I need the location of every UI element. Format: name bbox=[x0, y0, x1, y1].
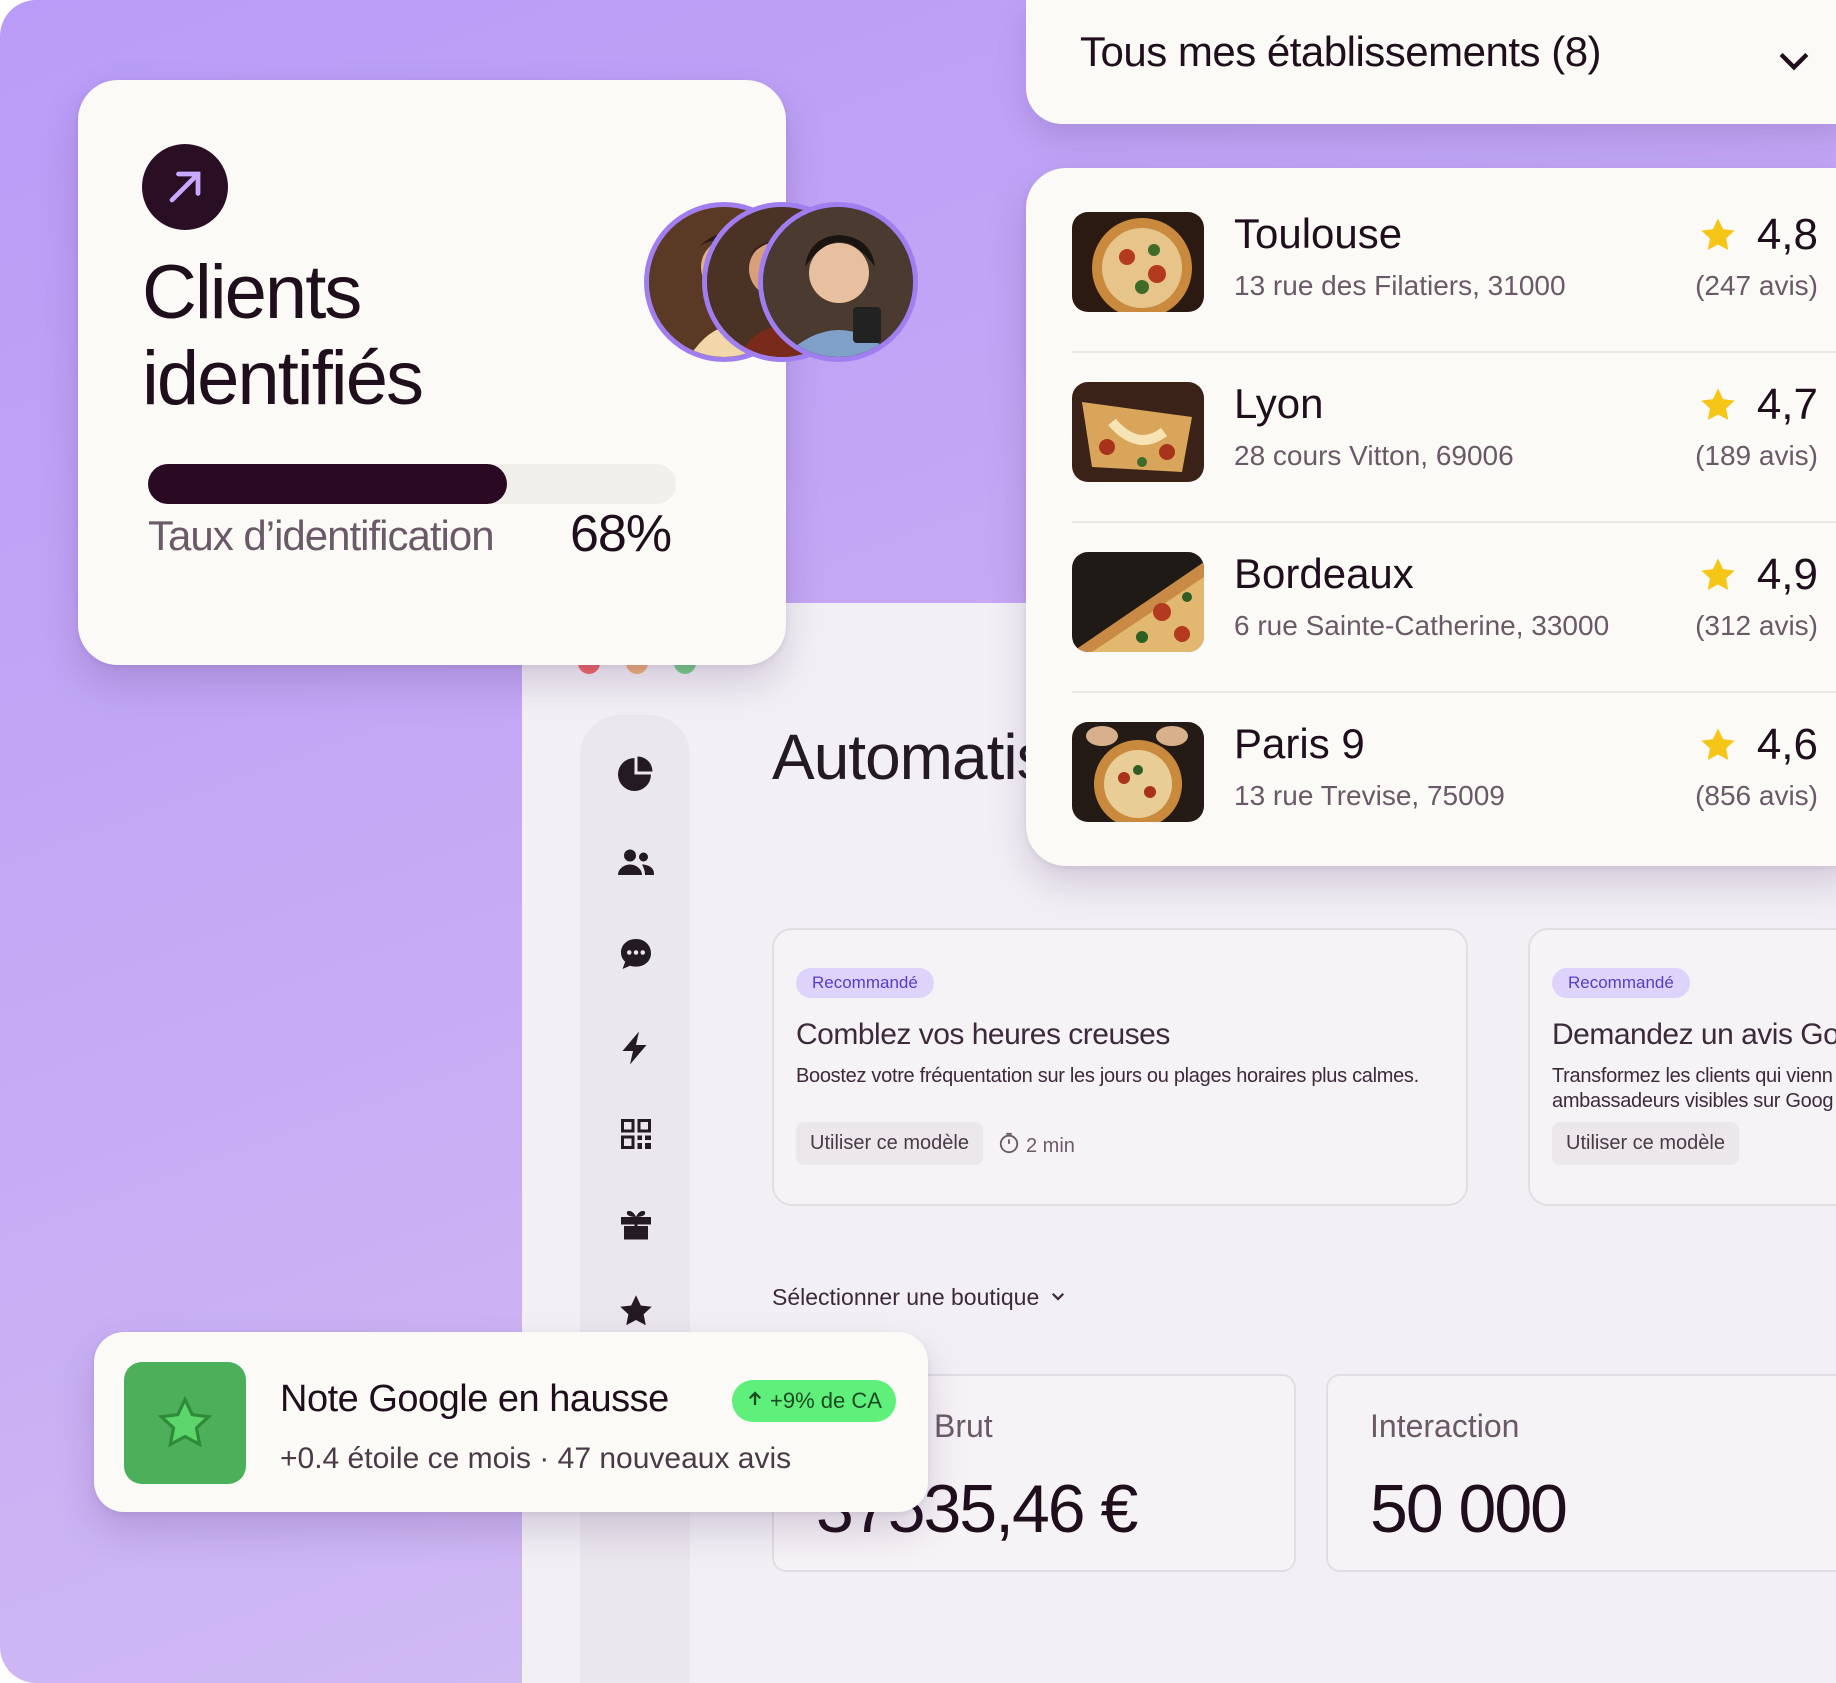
locations-card: Toulouse 13 rue des Filatiers, 31000 4,8… bbox=[1026, 168, 1836, 866]
card-title: Note Google en hausse bbox=[280, 1378, 669, 1420]
recommendation-card[interactable]: Recommandé Comblez vos heures creuses Bo… bbox=[772, 928, 1468, 1206]
lightning-icon[interactable] bbox=[616, 1028, 656, 1068]
chevron-down-icon bbox=[1049, 1284, 1067, 1311]
star-icon bbox=[1701, 728, 1735, 761]
progress-fill bbox=[148, 464, 508, 504]
chat-icon[interactable] bbox=[616, 934, 656, 974]
rating-value: 4,9 bbox=[1756, 550, 1818, 599]
shop-selector-label: Sélectionner une boutique bbox=[772, 1284, 1040, 1310]
gift-icon[interactable] bbox=[616, 1203, 656, 1243]
location-rating: 4,7 bbox=[1699, 380, 1818, 430]
recommendation-description: Boostez votre fréquentation sur les jour… bbox=[796, 1065, 1419, 1087]
duration: 2 min bbox=[998, 1132, 1075, 1160]
rate-value: 68% bbox=[570, 505, 672, 563]
stat-value: 50 000 bbox=[1370, 1471, 1568, 1547]
divider bbox=[1072, 691, 1836, 693]
client-avatars bbox=[644, 202, 928, 372]
location-address: 13 rue des Filatiers, 31000 bbox=[1234, 270, 1566, 301]
rate-label: Taux d’identification bbox=[148, 512, 495, 559]
arrow-up-right-icon bbox=[142, 144, 228, 230]
review-count: (312 avis) bbox=[1695, 610, 1818, 641]
title-line: Clients bbox=[142, 250, 362, 335]
pizza-photo bbox=[1072, 722, 1204, 822]
recommended-badge: Recommandé bbox=[1552, 968, 1690, 998]
establishments-dropdown[interactable]: Tous mes établissements (8) bbox=[1026, 0, 1836, 124]
rating-value: 4,6 bbox=[1756, 720, 1818, 769]
stat-label: Brut bbox=[934, 1408, 993, 1444]
recommendation-title: Comblez vos heures creuses bbox=[796, 1018, 1170, 1051]
card-title: Clients identifiés bbox=[142, 250, 562, 422]
revenue-chip: +9% de CA bbox=[732, 1380, 896, 1422]
rating-value: 4,8 bbox=[1756, 210, 1818, 259]
users-icon[interactable] bbox=[616, 843, 656, 883]
location-rating: 4,8 bbox=[1699, 210, 1818, 260]
rating-value: 4,7 bbox=[1756, 380, 1818, 429]
location-address: 28 cours Vitton, 69006 bbox=[1234, 440, 1514, 471]
location-rating: 4,6 bbox=[1699, 720, 1818, 770]
card-subtitle: +0.4 étoile ce mois · 47 nouveaux avis bbox=[280, 1442, 792, 1475]
location-address: 13 rue Trevise, 75009 bbox=[1234, 780, 1505, 811]
establishments-dropdown-label: Tous mes établissements (8) bbox=[1080, 28, 1602, 75]
description-line: Transformez les clients qui vienn bbox=[1552, 1065, 1833, 1087]
duration-text: 2 min bbox=[1026, 1134, 1075, 1157]
title-line: identifiés bbox=[142, 336, 424, 421]
pizza-photo bbox=[1072, 212, 1204, 312]
qr-code-icon[interactable] bbox=[616, 1114, 656, 1154]
location-row[interactable]: Paris 9 13 rue Trevise, 75009 4,6 (856 a… bbox=[1072, 696, 1836, 866]
timer-icon bbox=[998, 1132, 1020, 1160]
divider bbox=[1072, 521, 1836, 523]
star-icon bbox=[124, 1362, 246, 1484]
chevron-down-icon bbox=[1772, 38, 1816, 87]
location-address: 6 rue Sainte-Catherine, 33000 bbox=[1234, 610, 1610, 641]
location-row[interactable]: Bordeaux 6 rue Sainte-Catherine, 33000 4… bbox=[1072, 526, 1836, 696]
page-title: Automatis bbox=[772, 721, 1049, 793]
location-name: Lyon bbox=[1234, 380, 1324, 427]
description-line: ambassadeurs visibles sur Goog bbox=[1552, 1090, 1834, 1112]
shop-selector[interactable]: Sélectionner une boutique bbox=[772, 1284, 1067, 1311]
review-count: (247 avis) bbox=[1695, 270, 1818, 301]
location-name: Toulouse bbox=[1234, 210, 1403, 257]
avatar bbox=[758, 202, 918, 362]
google-rating-card: Note Google en hausse +9% de CA +0.4 éto… bbox=[94, 1332, 928, 1512]
use-template-button[interactable]: Utiliser ce modèle bbox=[796, 1122, 983, 1165]
review-count: (189 avis) bbox=[1695, 440, 1818, 471]
stat-card-interaction: Interaction 50 000 bbox=[1326, 1374, 1836, 1572]
use-template-button[interactable]: Utiliser ce modèle bbox=[1552, 1122, 1739, 1165]
review-count: (856 avis) bbox=[1695, 780, 1818, 811]
identification-progress-bar bbox=[148, 464, 676, 504]
pie-chart-icon[interactable] bbox=[616, 753, 656, 793]
recommendation-title: Demandez un avis Go bbox=[1552, 1018, 1836, 1051]
recommended-badge: Recommandé bbox=[796, 968, 934, 998]
star-icon[interactable] bbox=[616, 1291, 656, 1331]
location-name: Paris 9 bbox=[1234, 720, 1365, 767]
pizza-photo bbox=[1072, 552, 1204, 652]
divider bbox=[1072, 351, 1836, 353]
location-name: Bordeaux bbox=[1234, 550, 1414, 597]
location-row[interactable]: Toulouse 13 rue des Filatiers, 31000 4,8… bbox=[1072, 186, 1836, 356]
chip-text: +9% de CA bbox=[770, 1388, 882, 1413]
recommendation-description: Transformez les clients qui vienn ambass… bbox=[1552, 1064, 1833, 1114]
stat-label: Interaction bbox=[1370, 1408, 1520, 1444]
star-icon bbox=[1701, 558, 1735, 591]
star-icon bbox=[1701, 218, 1735, 251]
recommendation-card[interactable]: Recommandé Demandez un avis Go Transform… bbox=[1528, 928, 1836, 1206]
location-row[interactable]: Lyon 28 cours Vitton, 69006 4,7 (189 avi… bbox=[1072, 356, 1836, 526]
star-icon bbox=[1701, 388, 1735, 421]
clients-identified-card: Clients identifiés Taux d’identification… bbox=[78, 80, 786, 665]
location-rating: 4,9 bbox=[1699, 550, 1818, 600]
arrow-up-icon bbox=[746, 1388, 764, 1414]
pizza-photo bbox=[1072, 382, 1204, 482]
